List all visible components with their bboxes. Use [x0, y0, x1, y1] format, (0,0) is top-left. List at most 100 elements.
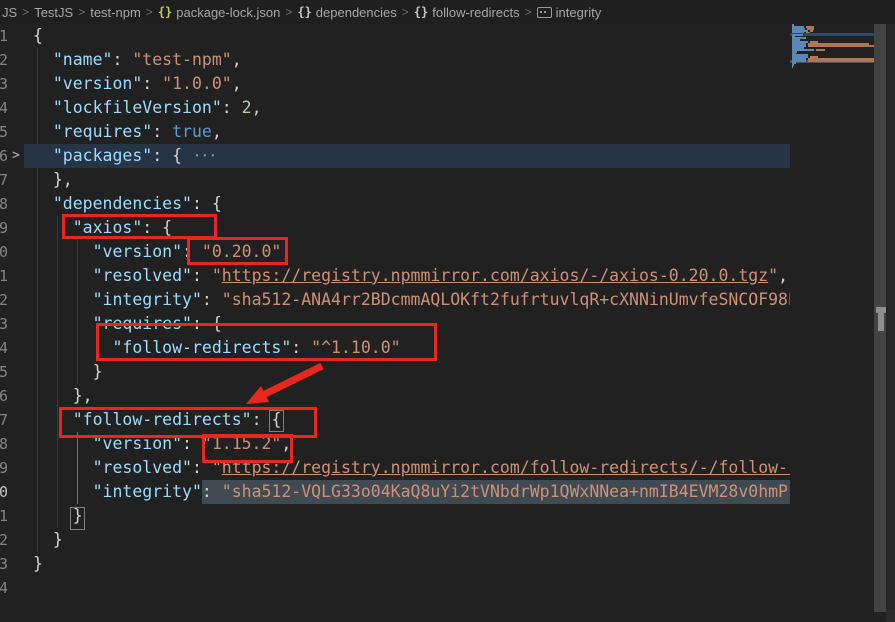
code-clip: "version": "0.20.0",	[0, 240, 790, 264]
token	[33, 386, 73, 405]
code-clip: "integrity": "sha512-ANA4rr2BDcmmAQLOKft…	[0, 288, 790, 312]
code-text: "version": "1.0.0",	[33, 72, 242, 96]
code-line-19[interactable]: "resolved": "https://registry.npmmirror.…	[0, 456, 790, 480]
code-line-15[interactable]: }15	[0, 360, 790, 384]
line-number-19[interactable]: 19	[0, 456, 8, 480]
token: "integrity"	[93, 290, 202, 309]
code-line-7[interactable]: },7	[0, 168, 790, 192]
vscode-editor-window: JS>TestJS>test-npm>{}package-lock.json>{…	[0, 0, 895, 622]
token: :	[202, 482, 222, 501]
code-line-22[interactable]: } 22	[0, 528, 790, 552]
line-number-13[interactable]: 13	[0, 312, 8, 336]
line-number-18[interactable]: 18	[0, 432, 8, 456]
token: "	[212, 266, 222, 285]
token: true	[172, 122, 212, 141]
code-text: "resolved": "https://registry.npmmirror.…	[33, 264, 788, 288]
token: "lockfileVersion"	[53, 98, 222, 117]
token: }	[53, 530, 63, 549]
line-number-6[interactable]: 6	[0, 144, 8, 168]
token: "packages"	[53, 146, 152, 165]
token	[33, 266, 93, 285]
line-number-21[interactable]: 21	[0, 504, 8, 528]
line-number-15[interactable]: 15	[0, 360, 8, 384]
code-line-24[interactable]: 24	[0, 576, 790, 600]
line-number-7[interactable]: 7	[0, 168, 8, 192]
scrollbar-thumb[interactable]	[878, 313, 884, 331]
line-number-9[interactable]: 9	[0, 216, 8, 240]
line-number-16[interactable]: 16	[0, 384, 8, 408]
code-clip: "dependencies": {	[0, 192, 790, 216]
line-number-22[interactable]: 22	[0, 528, 8, 552]
minimap[interactable]	[790, 24, 875, 612]
code-line-12[interactable]: "integrity": "sha512-ANA4rr2BDcmmAQLOKft…	[0, 288, 790, 312]
code-clip: },	[0, 384, 790, 408]
token: ···	[192, 146, 216, 165]
code-line-20[interactable]: "integrity": "sha512-VQLG33o04KaQ8uYi2tV…	[0, 480, 790, 504]
token: "dependencies"	[53, 194, 192, 213]
code-line-1[interactable]: {1	[0, 24, 790, 48]
code-text: },	[33, 384, 93, 408]
code-line-8[interactable]: "dependencies": { 8	[0, 192, 790, 216]
line-number-2[interactable]: 2	[0, 48, 8, 72]
code-clip: "name": "test-npm",	[0, 48, 790, 72]
line-number-23[interactable]: 23	[0, 552, 8, 576]
code-text: {	[33, 24, 43, 48]
code-clip: "lockfileVersion": 2,	[0, 96, 790, 120]
token: ,	[778, 266, 788, 285]
right-rail	[886, 24, 895, 610]
code-clip: "packages": { ···	[0, 144, 790, 168]
line-number-14[interactable]: 14	[0, 336, 8, 360]
minimap-seg-blue	[792, 66, 793, 68]
code-text: "integrity": "sha512-VQLG33o04KaQ8uYi2tV…	[33, 480, 790, 504]
fold-chevron-icon[interactable]: >	[12, 144, 20, 168]
code-line-3[interactable]: "version": "1.0.0", 3	[0, 72, 790, 96]
line-number-20[interactable]: 20	[0, 480, 8, 504]
token: "version"	[53, 74, 142, 93]
token: 2	[242, 98, 252, 117]
annotation-requires-follow-redirects-box	[96, 323, 437, 361]
code-line-23[interactable]: }23	[0, 552, 790, 576]
line-number-11[interactable]: 11	[0, 264, 8, 288]
token	[33, 194, 53, 213]
line-number-5[interactable]: 5	[0, 120, 8, 144]
line-number-10[interactable]: 10	[0, 240, 8, 264]
code-line-10[interactable]: "version": "0.20.0",10	[0, 240, 790, 264]
token: {	[172, 146, 192, 165]
code-line-2[interactable]: "name": "test-npm", 2	[0, 48, 790, 72]
code-line-16[interactable]: }, 16	[0, 384, 790, 408]
token: "	[768, 266, 778, 285]
code-text: "packages": { ···	[33, 144, 216, 168]
token: {	[33, 26, 43, 45]
token	[33, 50, 53, 69]
code-text: "resolved": "https://registry.npmmirror.…	[33, 456, 790, 480]
token: ,	[212, 122, 222, 141]
token: "resolved"	[93, 266, 192, 285]
code-text: }	[33, 528, 63, 552]
line-number-3[interactable]: 3	[0, 72, 8, 96]
code-line-5[interactable]: "requires": true,5	[0, 120, 790, 144]
line-number-12[interactable]: 12	[0, 288, 8, 312]
token	[33, 362, 93, 381]
code-text: "name": "test-npm",	[33, 48, 242, 72]
line-number-17[interactable]: 17	[0, 408, 8, 432]
editor[interactable]: {1 "name": "test-npm", 2 "version": "1.0.…	[0, 0, 895, 622]
code-line-4[interactable]: "lockfileVersion": 2,4	[0, 96, 790, 120]
code-line-6[interactable]: "packages": { ··· 6>	[0, 144, 790, 168]
line-number-4[interactable]: 4	[0, 96, 8, 120]
code-line-21[interactable]: }21	[0, 504, 790, 528]
line-number-8[interactable]: 8	[0, 192, 8, 216]
line-number-24[interactable]: 24	[0, 576, 8, 600]
line-number-1[interactable]: 1	[0, 24, 8, 48]
token	[33, 170, 53, 189]
token: :	[202, 290, 222, 309]
token: https://registry.npmmirror.com/follow-re…	[222, 458, 790, 477]
token	[33, 146, 53, 165]
code-clip: {	[0, 24, 790, 48]
code-line-11[interactable]: "resolved": "https://registry.npmmirror.…	[0, 264, 790, 288]
code-text: "dependencies": {	[33, 192, 222, 216]
token: "integrity"	[93, 482, 202, 501]
token	[33, 74, 53, 93]
code-clip: }	[0, 360, 790, 384]
annotation-follow-redirects-version-box	[202, 434, 293, 463]
token	[33, 290, 93, 309]
